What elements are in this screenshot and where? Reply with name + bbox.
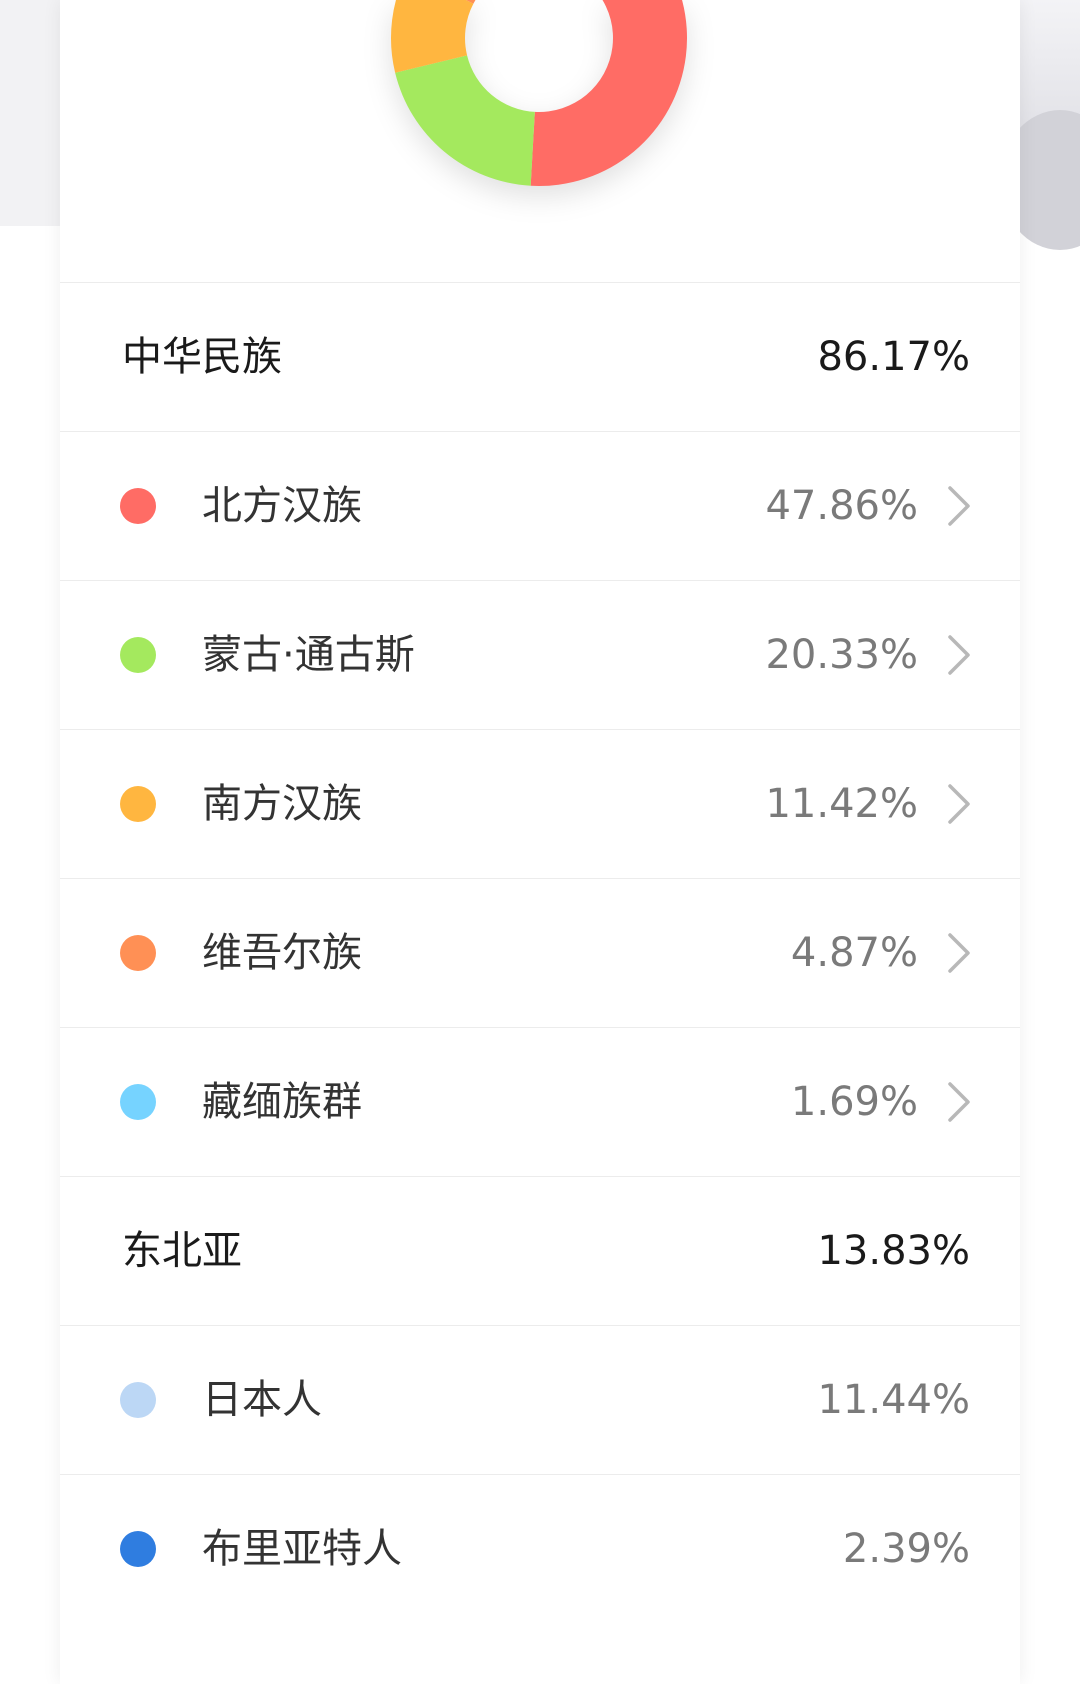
chevron-right-icon [948,1082,970,1122]
group-row-china: 中华民族 86.17% [60,282,1020,431]
chevron-right-icon [948,486,970,526]
item-name: 北方汉族 [202,483,362,529]
list-item-tibeto-burman[interactable]: 藏缅族群 1.69% [60,1027,1020,1176]
ancestry-card: 中华民族 86.17% 北方汉族 47.86% 蒙古·通古斯 20.33% 南方… [60,0,1020,1684]
legend-dot [120,786,156,822]
item-percent: 47.86% [765,483,918,529]
list-item-japanese: 日本人 11.44% [60,1325,1020,1474]
item-name: 南方汉族 [202,781,362,827]
donut-slice [395,55,535,186]
item-percent: 11.42% [765,781,918,827]
chevron-right-icon [948,933,970,973]
group-percent: 86.17% [817,334,970,380]
legend-dot [120,637,156,673]
item-name: 维吾尔族 [202,930,362,976]
list-item-south-han[interactable]: 南方汉族 11.42% [60,729,1020,878]
donut-chart [391,0,687,186]
item-name: 蒙古·通古斯 [202,632,415,678]
group-percent: 13.83% [817,1228,970,1274]
item-percent: 20.33% [765,632,918,678]
legend-dot [120,1531,156,1567]
chevron-right-icon [948,635,970,675]
group-name: 中华民族 [122,334,282,380]
item-percent: 4.87% [790,930,918,976]
list-item-buryat: 布里亚特人 2.39% [60,1474,1020,1623]
group-row-northeast-asia: 东北亚 13.83% [60,1176,1020,1325]
item-name: 藏缅族群 [202,1079,362,1125]
legend-dot [120,935,156,971]
item-percent: 1.69% [790,1079,918,1125]
legend-dot [120,1382,156,1418]
item-percent: 11.44% [817,1377,970,1423]
legend-dot [120,488,156,524]
ancestry-list: 中华民族 86.17% 北方汉族 47.86% 蒙古·通古斯 20.33% 南方… [60,282,1020,1623]
legend-dot [120,1084,156,1120]
item-percent: 2.39% [842,1526,970,1572]
list-item-uyghur[interactable]: 维吾尔族 4.87% [60,878,1020,1027]
list-item-north-han[interactable]: 北方汉族 47.86% [60,431,1020,580]
item-name: 布里亚特人 [202,1526,402,1572]
donut-slice [530,0,687,186]
item-name: 日本人 [202,1377,322,1423]
list-item-mongol-tungus[interactable]: 蒙古·通古斯 20.33% [60,580,1020,729]
group-name: 东北亚 [122,1228,242,1274]
chart-area [60,0,1020,282]
chevron-right-icon [948,784,970,824]
